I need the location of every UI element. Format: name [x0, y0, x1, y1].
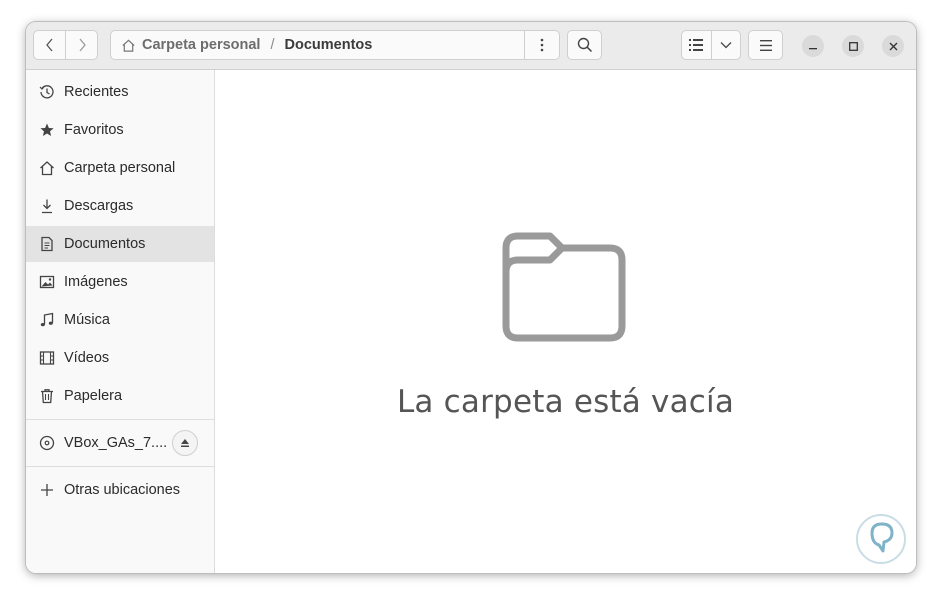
music-icon [39, 312, 55, 328]
sidebar-item-videos[interactable]: Vídeos [26, 340, 214, 376]
folder-icon [502, 232, 626, 342]
home-icon [122, 39, 135, 52]
image-icon [39, 274, 55, 290]
sidebar-item-descargas[interactable]: Descargas [26, 188, 214, 224]
sidebar-item-musica[interactable]: Música [26, 302, 214, 338]
home-icon [39, 160, 55, 176]
sidebar: Recientes Favoritos Carpeta personal Des… [26, 70, 215, 573]
chevron-left-icon [45, 38, 52, 52]
minimize-button[interactable] [802, 35, 824, 57]
chevron-right-icon [79, 38, 86, 52]
eject-button[interactable] [172, 430, 198, 456]
hamburger-menu-icon [759, 39, 772, 51]
sidebar-item-label: Favoritos [64, 122, 124, 138]
back-button[interactable] [34, 31, 65, 59]
minimize-icon [809, 48, 817, 50]
close-icon [889, 42, 897, 50]
eject-icon [181, 439, 189, 447]
sidebar-item-label: Otras ubicaciones [64, 482, 181, 498]
kebab-menu-icon [540, 38, 544, 52]
forward-button[interactable] [65, 31, 97, 59]
sidebar-item-label: Recientes [64, 84, 129, 100]
chevron-down-icon [720, 42, 732, 49]
breadcrumb-home[interactable]: Carpeta personal [142, 37, 260, 53]
disc-icon [39, 435, 55, 451]
sidebar-item-label: VBox_GAs_7.... [64, 435, 168, 451]
sidebar-item-label: Documentos [64, 236, 146, 252]
close-button[interactable] [882, 35, 904, 57]
empty-folder-message: La carpeta está vacía [396, 384, 735, 420]
path-bar: Carpeta personal / Documentos [110, 30, 560, 60]
main-menu-button[interactable] [748, 30, 783, 60]
download-icon [39, 198, 55, 214]
path-menu-button[interactable] [524, 31, 559, 59]
search-icon [577, 37, 592, 53]
sidebar-item-label: Descargas [64, 198, 134, 214]
sidebar-item-label: Música [64, 312, 110, 328]
sidebar-item-recientes[interactable]: Recientes [26, 74, 214, 110]
sidebar-item-papelera[interactable]: Papelera [26, 378, 214, 414]
sidebar-item-label: Carpeta personal [64, 160, 176, 176]
sidebar-item-label: Vídeos [64, 350, 110, 366]
sidebar-item-label: Papelera [64, 388, 123, 404]
maximize-button[interactable] [842, 35, 864, 57]
navigation-buttons [33, 30, 98, 60]
breadcrumb-current[interactable]: Documentos [285, 37, 373, 53]
file-view[interactable]: La carpeta está vacía [215, 70, 916, 573]
view-options-button[interactable] [710, 31, 741, 59]
search-button[interactable] [567, 30, 602, 60]
plus-icon [39, 482, 55, 498]
list-view-icon [689, 39, 704, 51]
watermark-logo [856, 514, 906, 564]
sidebar-item-documentos[interactable]: Documentos [26, 226, 214, 262]
view-buttons [681, 30, 741, 60]
sidebar-item-otras-ubicaciones[interactable]: Otras ubicaciones [26, 472, 214, 508]
trash-icon [39, 388, 55, 404]
file-manager-window: Carpeta personal / Documentos Recientes … [26, 22, 916, 573]
maximize-icon [848, 41, 858, 51]
sidebar-separator [26, 466, 214, 467]
document-icon [39, 236, 55, 252]
header-bar: Carpeta personal / Documentos [26, 22, 916, 70]
video-icon [39, 350, 55, 366]
sidebar-item-favoritos[interactable]: Favoritos [26, 112, 214, 148]
clock-icon [39, 84, 55, 100]
sidebar-separator [26, 419, 214, 420]
sidebar-item-imagenes[interactable]: Imágenes [26, 264, 214, 300]
star-icon [39, 122, 55, 138]
sidebar-item-carpeta-personal[interactable]: Carpeta personal [26, 150, 214, 186]
list-view-button[interactable] [682, 31, 711, 59]
sidebar-item-label: Imágenes [64, 274, 128, 290]
breadcrumb-separator: / [270, 37, 275, 53]
